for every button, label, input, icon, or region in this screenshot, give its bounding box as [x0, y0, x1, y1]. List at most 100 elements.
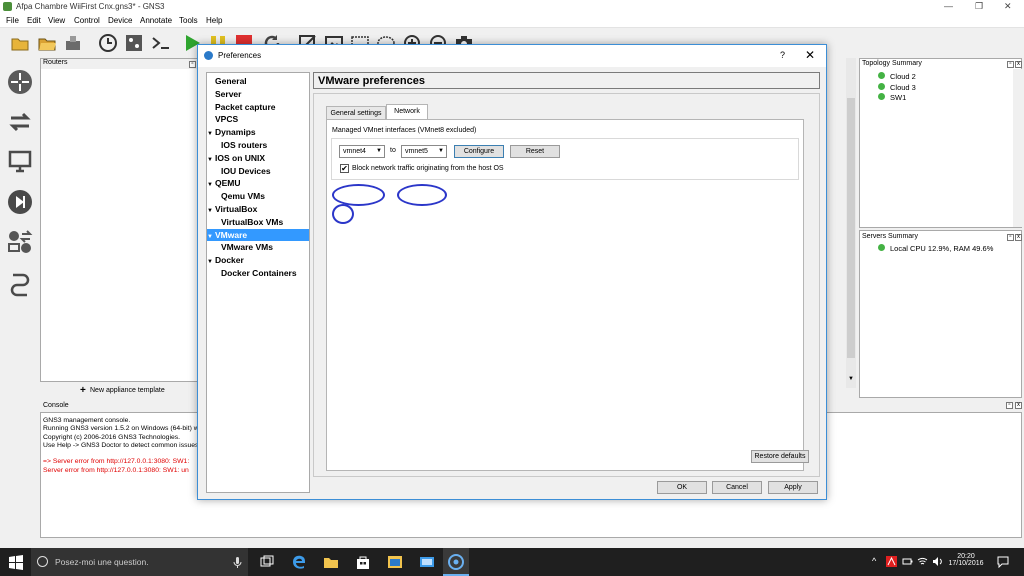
close-window-icon[interactable]: ✕	[1004, 1, 1012, 12]
show-interface-labels-icon[interactable]	[124, 33, 144, 53]
from-vmnet-select[interactable]: vmnet4 ▼	[339, 145, 385, 158]
console-line: GNS3 management console.	[43, 417, 131, 424]
vmnet-range-group: vmnet4 ▼ to vmnet5 ▼ Configure Reset ✔ B…	[331, 138, 799, 180]
topology-scrollbar[interactable]	[1013, 69, 1022, 227]
menu-bar: File Edit View Control Device Annotate T…	[0, 14, 1024, 28]
configure-button[interactable]: Configure	[454, 145, 504, 158]
nav-item-packet-capture[interactable]: Packet capture	[207, 101, 309, 113]
nav-item-iou-devices[interactable]: IOU Devices	[207, 165, 309, 177]
nav-item-virtualbox-vms[interactable]: VirtualBox VMs	[207, 216, 309, 228]
action-center-icon[interactable]	[997, 556, 1009, 568]
file-explorer-icon[interactable]	[323, 554, 339, 570]
managed-vmnet-label: Managed VMnet interfaces (VMnet8 exclude…	[332, 127, 477, 134]
nav-item-docker[interactable]: ▼ Docker	[207, 254, 309, 266]
gns3-taskbar-button[interactable]	[443, 548, 469, 576]
dialog-close-button[interactable]: ✕	[805, 48, 815, 62]
nav-item-vmware[interactable]: ▼ VMware	[207, 228, 309, 241]
servers-float-icon[interactable]: ▫	[1007, 234, 1014, 241]
all-devices-icon[interactable]	[6, 228, 34, 256]
console-float-icon[interactable]: ▫	[1006, 402, 1013, 409]
new-appliance-template-button[interactable]: New appliance template	[90, 387, 165, 394]
device-type-bar	[0, 58, 40, 538]
microphone-icon[interactable]	[233, 557, 242, 568]
store-icon[interactable]	[355, 554, 371, 570]
nav-item-label: QEMU	[215, 178, 241, 189]
nav-item-docker-containers[interactable]: Docker Containers	[207, 267, 309, 279]
tab-general-settings[interactable]: General settings	[326, 106, 386, 120]
console-all-icon[interactable]	[151, 33, 171, 53]
servers-close-icon[interactable]: x	[1015, 234, 1022, 241]
topology-close-icon[interactable]: x	[1015, 61, 1022, 68]
security-devices-icon[interactable]	[6, 188, 34, 216]
nav-item-ios-on-unix[interactable]: ▼ IOS on UNIX	[207, 152, 309, 164]
window-title: Afpa Chambre WiiFirst Cnx.gns3* - GNS3	[16, 2, 165, 11]
wifi-icon[interactable]	[917, 556, 928, 567]
taskbar-clock[interactable]: 20:20 17/10/2016	[946, 553, 986, 567]
windows-start-icon[interactable]	[8, 554, 24, 570]
canvas-vertical-scrollbar[interactable]: ▼	[846, 58, 856, 388]
nav-item-general[interactable]: General	[207, 75, 309, 87]
console-close-icon[interactable]: x	[1015, 402, 1022, 409]
antivirus-icon[interactable]	[886, 556, 897, 567]
apply-button[interactable]: Apply	[768, 481, 818, 494]
remote-desktop-icon[interactable]	[419, 554, 435, 570]
nav-item-qemu-vms[interactable]: Qemu VMs	[207, 190, 309, 202]
show-hidden-icons-chevron-icon[interactable]: ^	[872, 556, 876, 566]
menu-control[interactable]: Control	[74, 16, 100, 25]
to-vmnet-select[interactable]: vmnet5 ▼	[401, 145, 447, 158]
taskbar-search-box[interactable]: Posez-moi une question.	[31, 548, 248, 576]
block-traffic-label: Block network traffic originating from t…	[352, 165, 504, 172]
help-button[interactable]: ?	[780, 50, 785, 60]
console-line: Server error from http://127.0.0.1:3080:…	[43, 466, 189, 474]
menu-edit[interactable]: Edit	[27, 16, 41, 25]
open-project-icon[interactable]	[37, 33, 57, 53]
menu-view[interactable]: View	[48, 16, 65, 25]
scrollbar-thumb[interactable]	[847, 98, 855, 358]
menu-help[interactable]: Help	[206, 16, 222, 25]
nav-item-vpcs[interactable]: VPCS	[207, 113, 309, 125]
console-line: Running GNS3 version 1.5.2 on Windows (6…	[43, 425, 199, 433]
menu-annotate[interactable]: Annotate	[140, 16, 172, 25]
battery-icon[interactable]	[902, 556, 913, 567]
restore-icon[interactable]: ❐	[975, 1, 983, 12]
nav-item-qemu[interactable]: ▼ QEMU	[207, 177, 309, 189]
nav-item-vmware-vms[interactable]: VMware VMs	[207, 241, 309, 253]
save-project-icon[interactable]	[63, 33, 83, 53]
end-devices-icon[interactable]	[6, 148, 34, 176]
preferences-nav-tree: General Server Packet capture VPCS ▼ Dynamips…	[206, 72, 310, 493]
minimize-icon[interactable]: —	[944, 1, 953, 11]
nav-item-label: IOU Devices	[221, 165, 271, 176]
topology-summary-panel: Topology Summary ▫ x Cloud 2 Cloud 3 SW1	[859, 58, 1022, 228]
menu-file[interactable]: File	[6, 16, 19, 25]
plus-icon[interactable]: +	[80, 385, 86, 396]
routers-device-icon[interactable]	[6, 68, 34, 96]
topology-item[interactable]: SW1	[878, 93, 916, 104]
tab-network[interactable]: Network	[386, 104, 428, 119]
status-green-icon	[878, 82, 885, 90]
edge-browser-icon[interactable]	[291, 554, 307, 570]
reset-button[interactable]: Reset	[510, 145, 560, 158]
restore-defaults-button[interactable]: Restore defaults	[751, 450, 809, 463]
app-window-icon[interactable]	[387, 554, 403, 570]
menu-device[interactable]: Device	[108, 16, 132, 25]
menu-tools[interactable]: Tools	[179, 16, 198, 25]
nav-item-virtualbox[interactable]: ▼ VirtualBox	[207, 203, 309, 215]
add-link-icon[interactable]	[6, 270, 34, 298]
nav-item-server[interactable]: Server	[207, 88, 309, 100]
cancel-button[interactable]: Cancel	[712, 481, 762, 494]
ok-button[interactable]: OK	[657, 481, 707, 494]
task-view-icon[interactable]	[259, 554, 275, 570]
block-traffic-checkbox[interactable]: ✔	[340, 164, 349, 173]
server-item[interactable]: Local CPU 12.9%, RAM 49.6%	[878, 244, 993, 253]
topology-float-icon[interactable]: ▫	[1007, 61, 1014, 68]
topology-item[interactable]: Cloud 2	[878, 72, 916, 83]
snapshot-clock-icon[interactable]	[98, 33, 118, 53]
panel-float-icon[interactable]: ▫	[189, 61, 196, 68]
switches-device-icon[interactable]	[6, 108, 34, 136]
nav-item-ios-routers[interactable]: IOS routers	[207, 139, 309, 151]
scroll-down-icon[interactable]: ▼	[848, 376, 854, 382]
new-project-icon[interactable]	[10, 33, 30, 53]
nav-item-dynamips[interactable]: ▼ Dynamips	[207, 126, 309, 138]
volume-icon[interactable]	[932, 556, 943, 567]
topology-item[interactable]: Cloud 3	[878, 82, 916, 94]
